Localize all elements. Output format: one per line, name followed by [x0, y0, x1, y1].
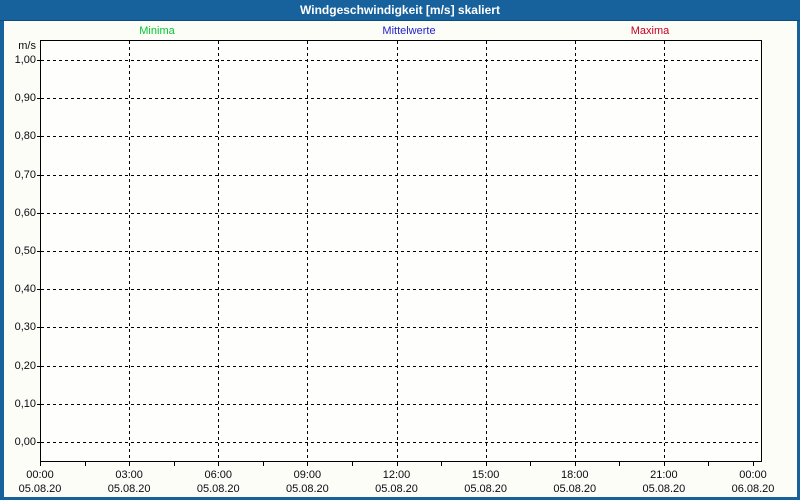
chart-legend: Minima Mittelwerte Maxima — [0, 21, 800, 40]
legend-item-minima: Minima — [139, 25, 174, 37]
window-titlebar: Windgeschwindigkeit [m/s] skaliert — [0, 0, 800, 21]
page: { "window": { "title": "Windgeschwindigk… — [0, 0, 800, 500]
legend-item-maxima: Maxima — [631, 25, 670, 37]
chart-plot-area — [0, 0, 800, 500]
legend-item-mittelwerte: Mittelwerte — [382, 25, 435, 37]
app-window: Windgeschwindigkeit [m/s] skaliert Minim… — [0, 0, 800, 500]
window-title: Windgeschwindigkeit [m/s] skaliert — [300, 3, 500, 17]
